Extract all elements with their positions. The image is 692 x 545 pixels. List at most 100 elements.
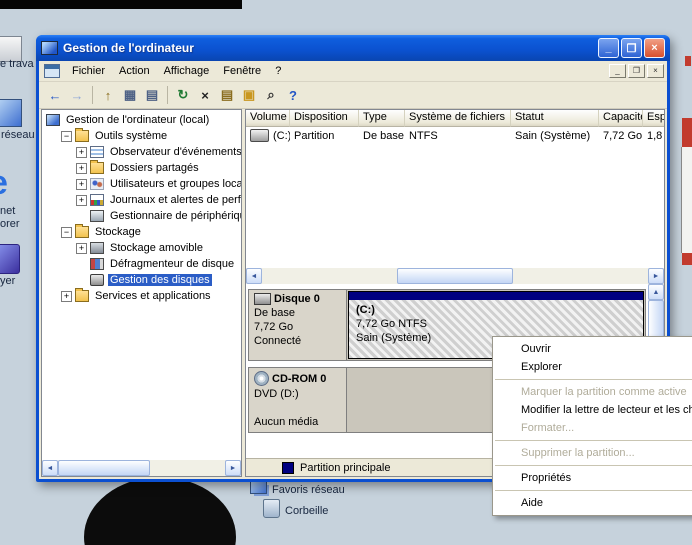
menu-fichier[interactable]: Fichier [65,63,112,79]
context-menu-item-supprimer-partition[interactable]: Supprimer la partition... [493,444,692,462]
magnifier-icon[interactable]: ⌕ [260,85,282,105]
disk-info-line [254,401,341,415]
column-header-4[interactable]: Statut [511,110,599,127]
recycle-bin-label[interactable]: Corbeille [285,505,328,517]
mdi-close-button[interactable]: × [647,64,664,78]
scrollbar-thumb[interactable] [58,460,150,476]
tree-item-label: Dossiers partagés [108,162,201,174]
properties-icon[interactable]: ▤ [141,85,163,105]
my-computer-label[interactable]: e trava [0,58,34,70]
collapse-minus-icon[interactable]: − [61,131,72,142]
network-places-label[interactable]: Favoris réseau [272,484,345,496]
expand-plus-icon[interactable]: + [76,243,87,254]
event-viewer-icon [90,146,104,158]
internet-explorer-icon[interactable]: e [0,168,21,202]
back-icon[interactable]: ← [44,85,66,105]
context-menu-item-ouvrir[interactable]: Ouvrir [493,340,692,358]
collapse-minus-icon[interactable]: − [61,227,72,238]
internet-explorer-label-line1[interactable]: net [0,205,15,217]
column-header-1[interactable]: Disposition [290,110,359,127]
tree-item-label: Observateur d'événements [108,146,241,158]
tree-item-defragmenteur-disque[interactable]: Défragmenteur de disque [42,256,241,272]
scroll-up-icon[interactable]: ▲ [648,284,664,300]
column-header-3[interactable]: Système de fichiers [405,110,511,127]
properties-sheet-icon[interactable]: ▤ [216,85,238,105]
disk-name: CD-ROM 0 [272,373,326,385]
context-menu-item-explorer[interactable]: Explorer [493,358,692,376]
tree-item-gestionnaire-peripheriques[interactable]: Gestionnaire de périphérique [42,208,241,224]
help-icon[interactable]: ? [282,85,304,105]
menu-action[interactable]: Action [112,63,157,79]
scrollbar-track[interactable] [262,268,648,284]
tree-horizontal-scrollbar[interactable]: ◄ ► [42,460,241,476]
up-level-icon[interactable]: ↑ [97,85,119,105]
context-menu-item-marquer-partition-active[interactable]: Marquer la partition comme active [493,383,692,401]
tree-item-journaux-alertes-performance[interactable]: +Journaux et alertes de perfo [42,192,241,208]
disk-label[interactable]: CD-ROM 0DVD (D:)Aucun média [249,368,346,432]
window-title: Gestion de l'ordinateur [63,41,596,55]
network-places-icon[interactable] [250,481,267,494]
tree-item-stockage[interactable]: −Stockage [42,224,241,240]
volume-row[interactable]: (C:)PartitionDe baseNTFSSain (Système)7,… [246,127,664,144]
volume-list-header: VolumeDispositionTypeSystème de fichiers… [246,110,664,127]
internet-explorer-label-line2[interactable]: orer [0,218,20,230]
title-bar[interactable]: Gestion de l'ordinateur _❐× [36,35,670,61]
column-header-6[interactable]: Esp [643,110,664,127]
expand-plus-icon[interactable]: + [76,147,87,158]
media-player-icon[interactable] [0,244,20,274]
scroll-left-icon[interactable]: ◄ [42,460,58,476]
scroll-left-icon[interactable]: ◄ [246,268,262,284]
scroll-right-icon[interactable]: ► [648,268,664,284]
show-tree-icon[interactable]: ▦ [119,85,141,105]
column-header-0[interactable]: Volume [246,110,290,127]
tree-item-observateur-evenements[interactable]: + Observateur d'événements [42,144,241,160]
menu-affichage[interactable]: Affichage [157,63,217,79]
delete-icon[interactable]: × [194,85,216,105]
open-folder-icon[interactable]: ▣ [238,85,260,105]
volume-cell-3: NTFS [405,130,511,142]
media-player-label[interactable]: yer [0,275,15,287]
expand-plus-icon[interactable]: + [76,195,87,206]
tree-item-label: Gestionnaire de périphérique [108,210,241,222]
tree-item-outils-systeme[interactable]: −Outils système [42,128,241,144]
minimize-button[interactable]: _ [598,38,619,58]
expand-plus-icon[interactable]: + [61,291,72,302]
shared-folders-icon [90,162,104,174]
tree-item-gestion-des-disques[interactable]: Gestion des disques [42,272,241,288]
storage-icon [75,226,89,238]
context-menu-item-modifier-lettre-lecteur[interactable]: Modifier la lettre de lecteur et les che… [493,401,692,419]
background-window-fragment [681,147,692,253]
network-icon[interactable] [0,99,22,127]
partition-context-menu: OuvrirExplorer Marquer la partition comme… [492,336,692,516]
menu-fenetre[interactable]: Fenêtre [216,63,268,79]
context-menu-item-formater[interactable]: Formater... [493,419,692,437]
refresh-icon[interactable]: ↻ [172,85,194,105]
tree-item-stockage-amovible[interactable]: +Stockage amovible [42,240,241,256]
scroll-right-icon[interactable]: ► [225,460,241,476]
network-label[interactable]: réseau [1,129,35,141]
column-header-5[interactable]: Capacité [599,110,643,127]
column-header-2[interactable]: Type [359,110,405,127]
menu-aide[interactable]: ? [268,63,288,79]
scrollbar-track[interactable] [58,460,225,476]
tree-item-gestion-ordinateur-local[interactable]: Gestion de l'ordinateur (local) [42,112,241,128]
context-menu-item-proprietes[interactable]: Propriétés [493,469,692,487]
expand-plus-icon[interactable]: + [76,179,87,190]
expand-plus-icon[interactable]: + [76,163,87,174]
context-menu-item-aide[interactable]: Aide [493,494,692,512]
tree-item-services-applications[interactable]: +Services et applications [42,288,241,304]
forward-icon[interactable]: → [66,85,88,105]
scrollbar-thumb[interactable] [397,268,513,284]
volume-icon [250,129,269,142]
background-window-fragment [682,253,692,265]
volume-list-horizontal-scrollbar[interactable]: ◄ ► [246,268,664,284]
recycle-bin-icon[interactable] [263,499,280,518]
close-button[interactable]: × [644,38,665,58]
mdi-minimize-button[interactable]: _ [609,64,626,78]
restore-button[interactable]: ❐ [621,38,642,58]
mdi-restore-button[interactable]: ❐ [628,64,645,78]
tree-item-utilisateurs-groupes-locaux[interactable]: +Utilisateurs et groupes locau [42,176,241,192]
disk-info-line: Aucun média [254,415,341,429]
disk-label[interactable]: Disque 0De base7,72 GoConnecté [249,290,346,360]
tree-item-dossiers-partages[interactable]: + Dossiers partagés [42,160,241,176]
